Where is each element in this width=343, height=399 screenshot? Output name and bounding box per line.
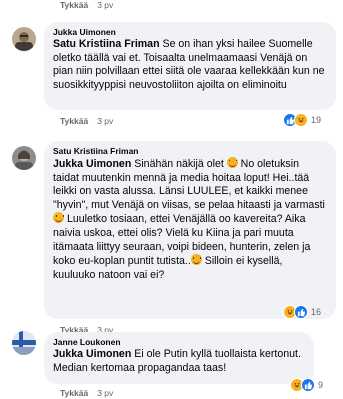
comment-text: Jukka Uimonen Ei ole Putin kyllä tuollai…: [53, 348, 305, 375]
comment-text-content: Sinähän näkijä olet: [131, 158, 227, 170]
laughing-emoji-icon: [190, 254, 202, 266]
avatar-photo-icon: [12, 146, 36, 170]
comment-bubble: Satu Kristiina Friman Jukka Uimonen Sinä…: [44, 141, 336, 319]
like-link[interactable]: Tykkää: [60, 388, 88, 398]
reaction-summary[interactable]: 9: [290, 377, 323, 393]
comment-time[interactable]: 3 pv: [97, 0, 113, 10]
like-link[interactable]: Tykkää: [60, 116, 88, 126]
haha-reaction-icon: [294, 113, 308, 127]
previous-comment-actions: Tykkää 3 pv: [60, 0, 113, 14]
comment-author[interactable]: Janne Loukonen: [53, 337, 305, 348]
mention[interactable]: Jukka Uimonen: [53, 348, 131, 360]
avatar[interactable]: [12, 27, 36, 51]
laughing-emoji-icon: [53, 212, 64, 224]
avatar-photo-icon: [12, 27, 36, 51]
avatar-photo-icon: [12, 331, 36, 355]
like-reaction-icon: [301, 378, 315, 392]
comment-bubble: Janne Loukonen Jukka Uimonen Ei ole Puti…: [44, 332, 314, 384]
reaction-count: 16: [311, 307, 322, 317]
reaction-summary[interactable]: 16: [283, 304, 321, 320]
comment-author[interactable]: Satu Kristiina Friman: [53, 146, 327, 157]
comment-text: Jukka Uimonen Sinähän näkijä olet No ole…: [53, 157, 327, 282]
comment-text: Satu Kristiina Friman Se on ihan yksi ha…: [53, 38, 327, 92]
avatar[interactable]: [12, 331, 36, 355]
reaction-count: 19: [311, 115, 322, 125]
mention[interactable]: Jukka Uimonen: [53, 158, 131, 170]
comment-time[interactable]: 3 pv: [97, 388, 113, 398]
reaction-summary[interactable]: 19: [283, 112, 321, 128]
mention[interactable]: Satu Kristiina Friman: [53, 38, 160, 50]
comment-actions: Tykkää 3 pv: [60, 388, 113, 398]
laughing-emoji-icon: [226, 157, 238, 168]
reaction-count: 9: [318, 380, 324, 390]
avatar[interactable]: [12, 146, 36, 170]
comment-bubble: Jukka Uimonen Satu Kristiina Friman Se o…: [44, 22, 336, 110]
comment-time[interactable]: 3 pv: [97, 116, 113, 126]
like-link[interactable]: Tykkää: [60, 0, 88, 10]
comment-actions: Tykkää 3 pv: [60, 116, 113, 126]
like-reaction-icon: [294, 305, 308, 319]
comment-author[interactable]: Jukka Uimonen: [53, 27, 327, 38]
